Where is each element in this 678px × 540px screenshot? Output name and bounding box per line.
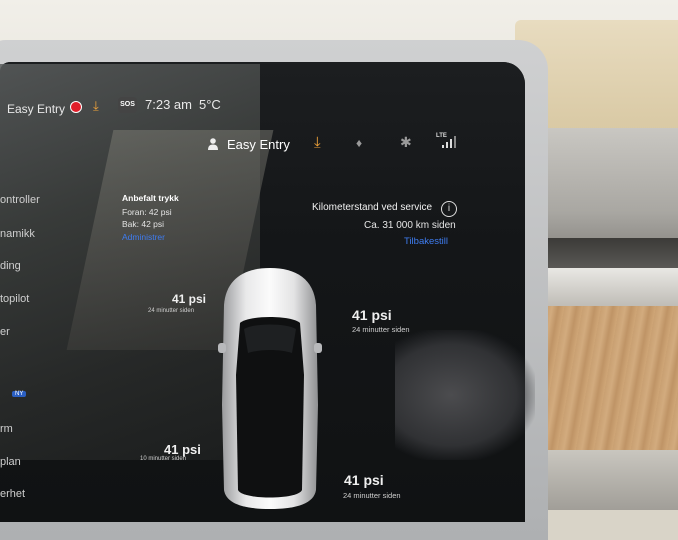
signal-icon <box>442 136 456 148</box>
metal-trim <box>528 268 678 308</box>
tire-rear-left-age: 10 minutter siden <box>140 456 187 462</box>
menu-item-safety[interactable]: erhet <box>0 488 25 500</box>
tire-front-left-age: 24 minutter siden <box>148 308 195 314</box>
info-icon[interactable]: i <box>441 201 457 217</box>
menu-item-charging[interactable]: ding <box>0 260 21 272</box>
sos-icon[interactable]: SOS <box>118 97 137 113</box>
wood-trim <box>528 306 678 456</box>
menu-item-dynamics[interactable]: namikk <box>0 228 35 240</box>
recommended-front: Foran: 42 psi <box>122 207 172 217</box>
new-badge: NY <box>12 391 27 397</box>
recommended-pressure-title: Anbefalt trykk <box>122 193 179 203</box>
tire-front-right-age: 24 minutter siden <box>352 325 410 334</box>
menu-item-autopilot[interactable]: topilot <box>0 293 29 305</box>
profile-icon[interactable] <box>208 138 218 150</box>
tire-front-left-psi: 41 psi <box>172 292 207 306</box>
status-time: 7:23 am <box>145 97 192 112</box>
air-vent-slot <box>545 238 678 268</box>
reset-link[interactable]: Tilbakestill <box>404 236 448 247</box>
record-icon[interactable] <box>70 101 82 113</box>
service-title: Kilometerstand ved service <box>312 202 433 213</box>
manage-link[interactable]: Administrer <box>122 232 165 242</box>
service-distance: Ca. 31 000 km siden <box>364 220 456 231</box>
status-temperature: 5°C <box>199 97 221 112</box>
car-top-view <box>218 268 322 509</box>
software-update-icon[interactable]: ⤓ <box>314 134 321 151</box>
tire-rear-left-psi: 41 psi <box>164 442 201 457</box>
menu-item-plan[interactable]: plan <box>0 456 21 468</box>
menu-item-service[interactable]: rm <box>0 423 13 435</box>
tire-rear-right-psi: 41 psi <box>344 472 384 488</box>
recommended-rear: Bak: 42 psi <box>122 219 165 229</box>
download-icon[interactable]: ⤓ <box>93 98 99 114</box>
screen-reflection-person <box>395 330 535 460</box>
bluetooth-icon[interactable]: ✱ <box>400 134 412 151</box>
tire-rear-right-age: 24 minutter siden <box>343 491 401 500</box>
status-profile[interactable]: Easy Entry <box>7 102 65 116</box>
profile-name[interactable]: Easy Entry <box>227 137 290 152</box>
tire-front-right-psi: 41 psi <box>352 307 392 323</box>
menu-item-locks[interactable]: er <box>0 326 10 338</box>
bell-icon[interactable]: ♦ <box>356 136 362 150</box>
lower-trim <box>528 450 678 510</box>
menu-item-controls[interactable]: ontroller <box>0 194 40 206</box>
